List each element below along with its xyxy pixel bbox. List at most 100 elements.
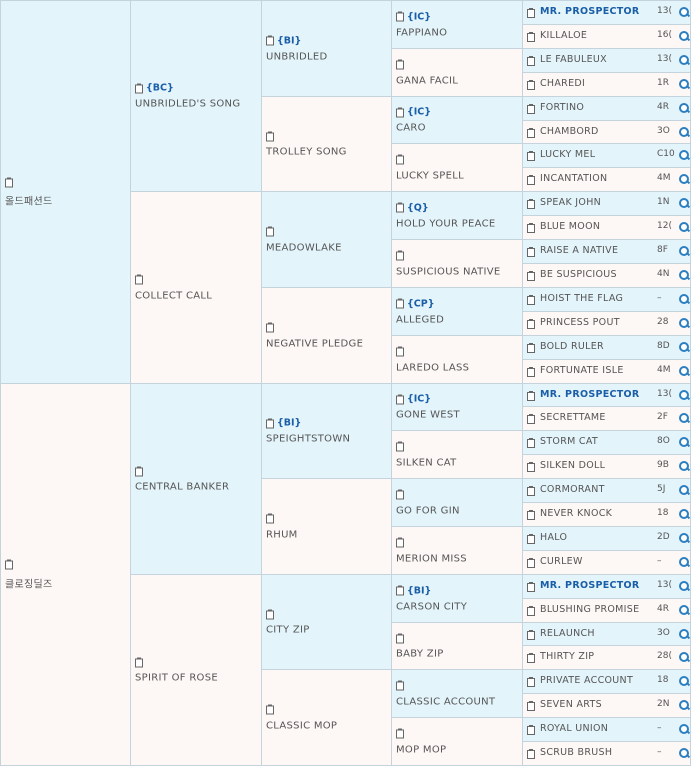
clipboard-icon[interactable] [396, 441, 404, 452]
gen5-row[interactable]: MR. PROSPECTOR 13( [522, 574, 691, 599]
horse-name[interactable]: CITY ZIP [266, 625, 391, 636]
clipboard-icon[interactable] [266, 704, 274, 715]
gen5-row[interactable]: FORTUNATE ISLE 4M [522, 359, 691, 384]
search-icon[interactable] [679, 485, 690, 496]
horse-name[interactable]: LE FABULEUX [540, 54, 607, 65]
clipboard-icon[interactable] [135, 83, 143, 93]
horse-name[interactable]: FORTUNATE ISLE [540, 365, 624, 376]
search-icon[interactable] [679, 174, 690, 185]
clipboard-icon[interactable] [266, 35, 274, 46]
horse-name[interactable]: SCRUB BRUSH [540, 747, 612, 758]
gen5-row[interactable]: LUCKY MEL C10 [522, 143, 691, 168]
search-icon[interactable] [679, 652, 690, 663]
gen4-cell[interactable]: {CP} ALLEGED [391, 287, 523, 336]
gen5-row[interactable]: SECRETTAME 2F [522, 406, 691, 431]
horse-name[interactable]: GONE WEST [396, 410, 522, 421]
horse-name[interactable]: INCANTATION [540, 173, 607, 184]
horse-name[interactable]: TROLLEY SONG [266, 147, 391, 158]
search-icon[interactable] [679, 509, 690, 520]
clipboard-icon[interactable] [527, 199, 535, 209]
clipboard-icon[interactable] [527, 677, 535, 687]
clipboard-icon[interactable] [527, 606, 535, 616]
horse-name[interactable]: CLASSIC ACCOUNT [396, 696, 522, 707]
horse-name[interactable]: BABY ZIP [396, 649, 522, 660]
clipboard-icon[interactable] [396, 59, 404, 70]
gen3-cell[interactable]: {BI} UNBRIDLED [261, 0, 392, 97]
horse-name[interactable]: SILKEN CAT [396, 457, 522, 468]
horse-name[interactable]: LUCKY MEL [540, 149, 595, 160]
search-icon[interactable] [679, 366, 690, 377]
horse-name[interactable]: RAISE A NATIVE [540, 245, 618, 256]
horse-name[interactable]: LAREDO LASS [396, 362, 522, 373]
clipboard-icon[interactable] [527, 104, 535, 114]
gen3-cell[interactable]: MEADOWLAKE [261, 191, 392, 288]
horse-name[interactable]: CLASSIC MOP [266, 720, 391, 731]
clipboard-icon[interactable] [266, 226, 274, 237]
gen1-cell[interactable]: 올드패션드 [0, 0, 131, 384]
horse-name[interactable]: PRINCESS POUT [540, 317, 620, 328]
horse-name[interactable]: FAPPIANO [396, 27, 522, 38]
gen5-row[interactable]: CHAMBORD 3O [522, 120, 691, 144]
gen5-row[interactable]: CHAREDI 1R [522, 72, 691, 97]
clipboard-icon[interactable] [527, 8, 535, 18]
horse-name[interactable]: CURLEW [540, 556, 583, 567]
horse-name[interactable]: STORM CAT [540, 436, 598, 447]
clipboard-icon[interactable] [527, 558, 535, 568]
horse-name[interactable]: SEVEN ARTS [540, 699, 602, 710]
gen5-row[interactable]: KILLALOE 16( [522, 24, 691, 49]
search-icon[interactable] [679, 342, 690, 353]
horse-name[interactable]: ROYAL UNION [540, 723, 608, 734]
horse-name[interactable]: SPIRIT OF ROSE [135, 673, 261, 684]
horse-name[interactable]: BOLD RULER [540, 341, 604, 352]
clipboard-icon[interactable] [527, 56, 535, 66]
horse-name[interactable]: BE SUSPICIOUS [540, 269, 617, 280]
clipboard-icon[interactable] [527, 271, 535, 281]
clipboard-icon[interactable] [135, 657, 143, 667]
gen4-cell[interactable]: MERION MISS [391, 526, 523, 575]
gen4-cell[interactable]: GANA FACIL [391, 48, 523, 97]
search-icon[interactable] [679, 413, 690, 424]
search-icon[interactable] [679, 748, 690, 759]
clipboard-icon[interactable] [396, 202, 404, 213]
gen5-row[interactable]: PRIVATE ACCOUNT 18 [522, 669, 691, 694]
clipboard-icon[interactable] [396, 250, 404, 261]
clipboard-icon[interactable] [527, 223, 535, 233]
horse-name[interactable]: BLUSHING PROMISE [540, 604, 639, 615]
horse-name[interactable]: UNBRIDLED [266, 51, 391, 62]
clipboard-icon[interactable] [527, 295, 535, 305]
gen5-row[interactable]: ROYAL UNION – [522, 717, 691, 742]
gen5-row[interactable]: BLUSHING PROMISE 4R [522, 598, 691, 623]
clipboard-icon[interactable] [527, 486, 535, 496]
horse-name[interactable]: CHAMBORD [540, 126, 599, 137]
gen5-row[interactable]: NEVER KNOCK 18 [522, 502, 691, 527]
clipboard-icon[interactable] [527, 749, 535, 759]
search-icon[interactable] [679, 581, 690, 592]
horse-name[interactable]: CENTRAL BANKER [135, 482, 261, 493]
gen2-cell[interactable]: SPIRIT OF ROSE [130, 574, 262, 766]
clipboard-icon[interactable] [527, 319, 535, 329]
search-icon[interactable] [679, 461, 690, 472]
clipboard-icon[interactable] [527, 128, 535, 138]
clipboard-icon[interactable] [266, 609, 274, 619]
clipboard-icon[interactable] [396, 154, 404, 165]
gen2-cell[interactable]: CENTRAL BANKER [130, 383, 262, 575]
gen4-cell[interactable]: {Q} HOLD YOUR PEACE [391, 191, 523, 240]
horse-name[interactable]: NEGATIVE PLEDGE [266, 338, 391, 349]
clipboard-icon[interactable] [527, 438, 535, 448]
search-icon[interactable] [679, 246, 690, 257]
gen5-row[interactable]: THIRTY ZIP 28( [522, 645, 691, 670]
clipboard-icon[interactable] [527, 725, 535, 735]
search-icon[interactable] [679, 629, 690, 640]
gen5-row[interactable]: MR. PROSPECTOR 13( [522, 0, 691, 25]
horse-name[interactable]: LUCKY SPELL [396, 170, 522, 181]
gen4-cell[interactable]: {IC} GONE WEST [391, 383, 523, 431]
gen4-cell[interactable]: {IC} CARO [391, 96, 523, 144]
gen4-cell[interactable]: {BI} CARSON CITY [391, 574, 523, 623]
clipboard-icon[interactable] [527, 510, 535, 520]
horse-name[interactable]: HOIST THE FLAG [540, 293, 623, 304]
search-icon[interactable] [679, 150, 690, 161]
gen4-cell[interactable]: MOP MOP [391, 717, 523, 766]
clipboard-icon[interactable] [396, 346, 404, 357]
gen5-row[interactable]: HALO 2D [522, 526, 691, 551]
horse-name[interactable]: BLUE MOON [540, 221, 600, 232]
